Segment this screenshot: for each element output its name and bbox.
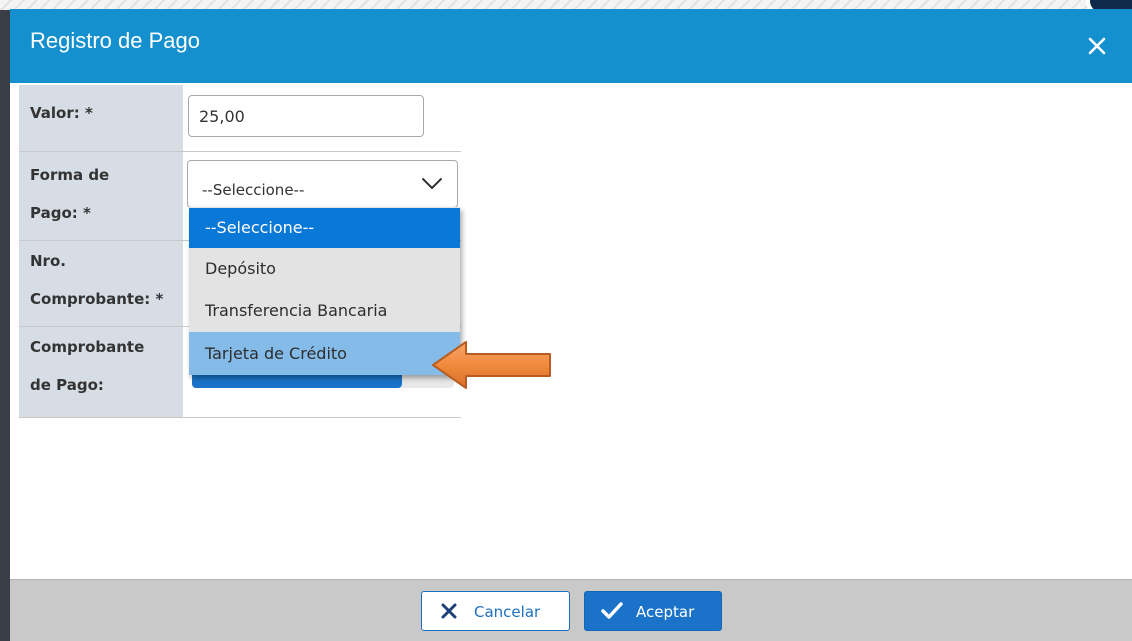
annotation-arrow-icon [432,341,551,389]
forma-pago-label-line2: Pago: * [30,204,91,222]
forma-pago-selected-value: --Seleccione-- [202,181,305,199]
forma-pago-label-line1: Forma de [30,166,110,184]
option-tarjeta-credito[interactable]: Tarjeta de Crédito [189,332,460,375]
forma-pago-label: Forma de Pago: * [19,152,183,240]
forma-pago-dropdown-list: --Seleccione-- Depósito Transferencia Ba… [189,207,460,375]
close-icon [1088,37,1106,55]
cancel-button[interactable]: Cancelar [421,591,570,631]
chevron-down-icon [422,178,442,189]
modal-header: Registro de Pago [10,9,1132,83]
forma-pago-select[interactable]: --Seleccione-- [187,160,458,208]
option-deposito[interactable]: Depósito [189,248,460,290]
option-transferencia-bancaria[interactable]: Transferencia Bancaria [189,290,460,332]
valor-label-text: Valor: * [30,104,93,122]
accept-button-label: Aceptar [636,603,695,621]
valor-label: Valor: * [19,85,183,151]
comprobante-pago-label-line2: de Pago: [30,376,104,394]
nro-comprobante-label-line1: Nro. [30,252,66,270]
nro-comprobante-label: Nro. Comprobante: * [19,241,183,326]
modal-footer: Cancelar Aceptar [10,579,1132,641]
payment-registration-modal: Registro de Pago Valor: * Forma de Pago:… [10,9,1132,641]
modal-title: Registro de Pago [30,28,200,53]
option-seleccione[interactable]: --Seleccione-- [189,208,460,248]
comprobante-pago-label: Comprobante de Pago: [19,327,183,417]
close-icon [441,603,457,619]
accept-button[interactable]: Aceptar [584,591,722,631]
checkmark-icon [601,602,623,619]
comprobante-pago-label-line1: Comprobante [30,338,145,356]
nro-comprobante-label-line2: Comprobante: * [30,290,164,308]
close-button[interactable] [1086,35,1108,57]
cancel-button-label: Cancelar [474,603,541,621]
valor-input[interactable] [188,95,424,137]
